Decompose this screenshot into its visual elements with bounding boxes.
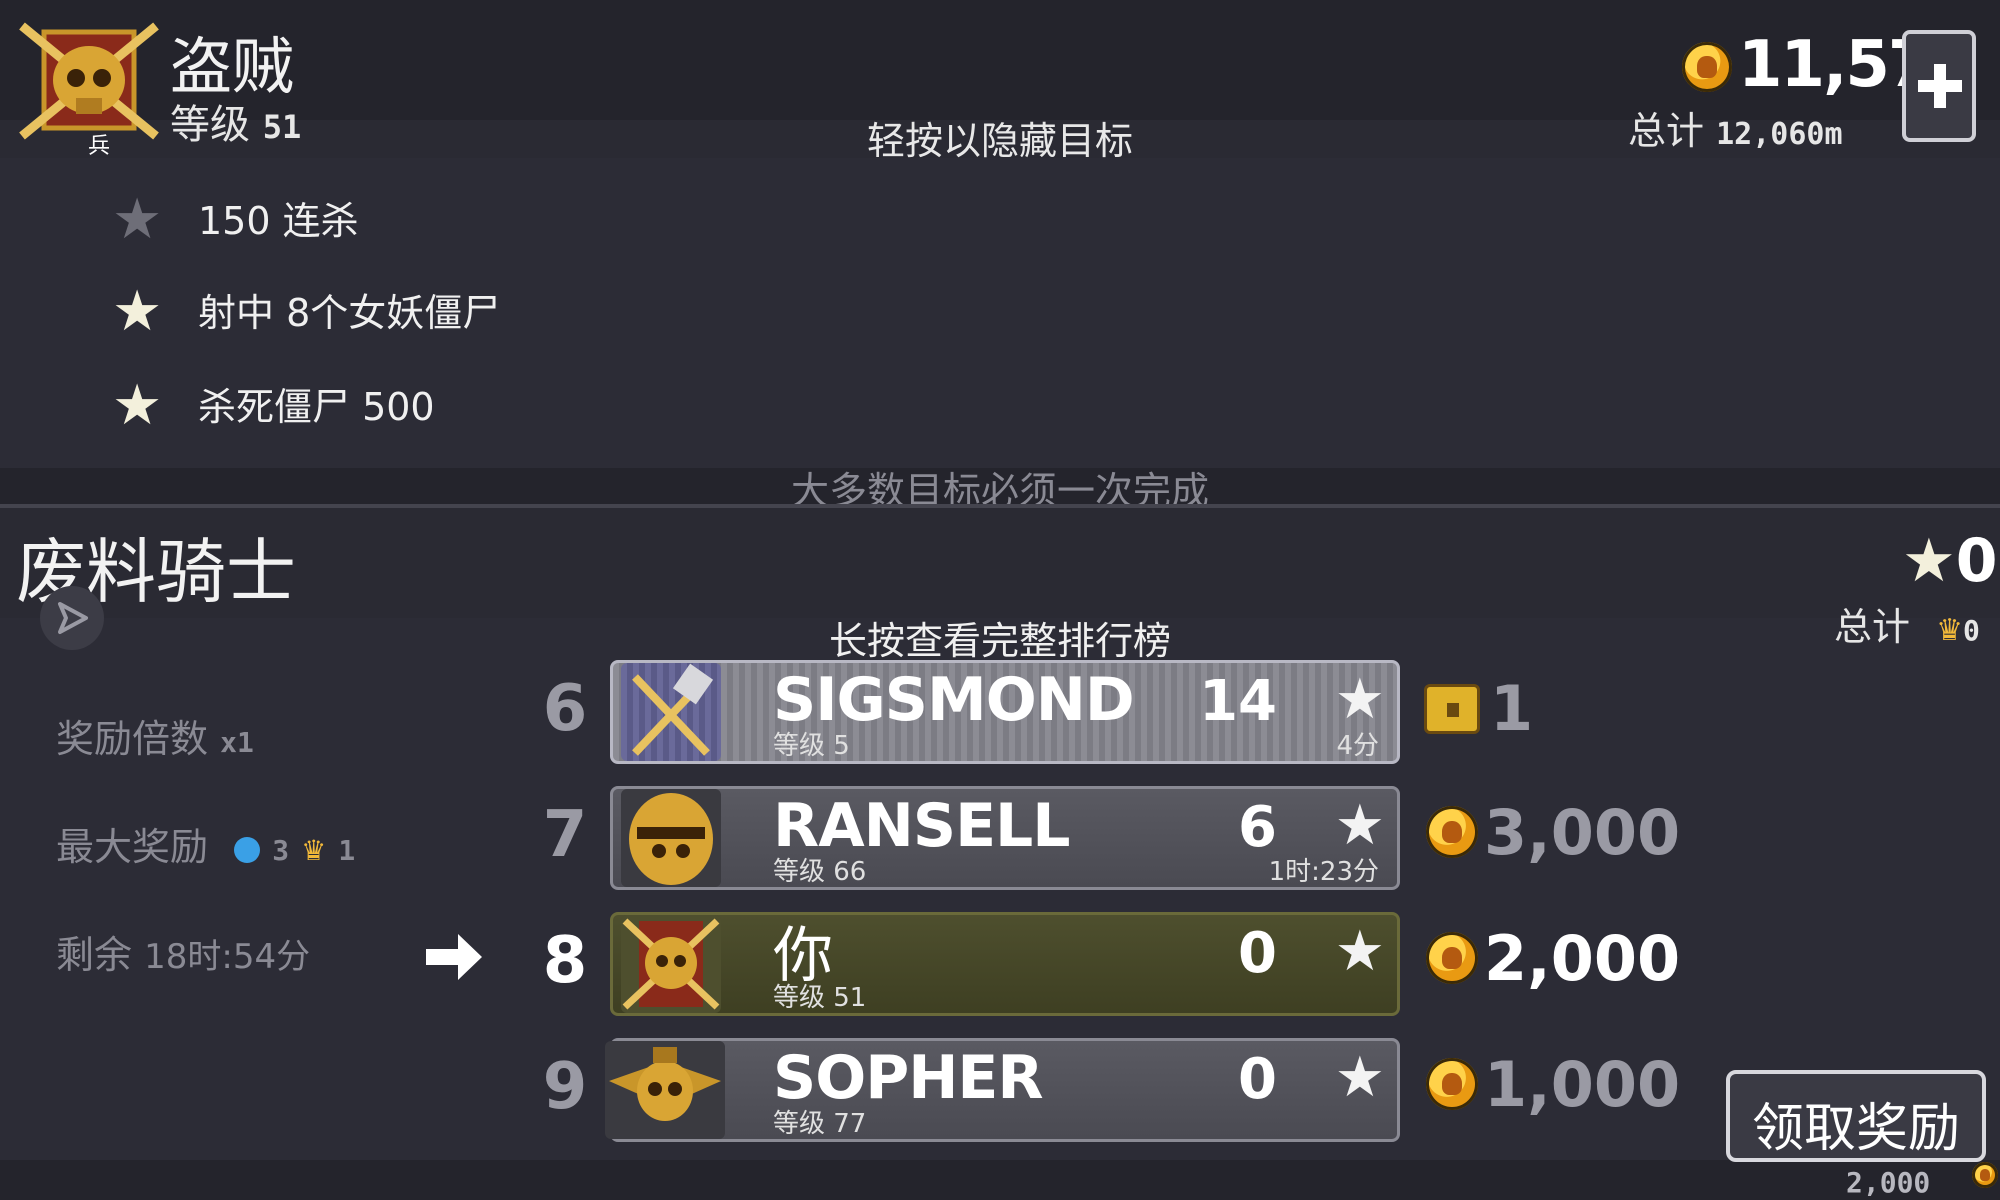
max-reward-gems: 3: [272, 834, 290, 867]
rank-number: 7: [542, 798, 588, 872]
coin-icon: [1972, 1162, 1998, 1188]
event-header-band: [0, 508, 2000, 618]
you-arrow-icon: [424, 930, 484, 984]
max-reward-crowns: 1: [338, 834, 356, 867]
multiplier-label: 奖励倍数: [56, 717, 209, 761]
claim-reward-label: 领取奖励: [1751, 1099, 1960, 1159]
total-distance: 总计 12,060m: [1628, 100, 1843, 155]
coin-icon: [1426, 1058, 1478, 1110]
star-icon: ★: [1334, 1045, 1385, 1110]
total-label: 总计: [1628, 109, 1705, 153]
player-time: 1时:23分: [1268, 857, 1379, 887]
goal-text: 杀死僵尸 500: [198, 385, 435, 429]
max-reward-info: 最大奖励 3 ♛ 1: [56, 816, 355, 871]
rank-number: 6: [542, 672, 588, 746]
avatar: [621, 915, 721, 1013]
player-stars: 0: [1238, 1047, 1277, 1112]
plus-icon: [1918, 64, 1962, 108]
leaderboard-row[interactable]: RANSELL 等级 66 6 ★ 1时:23分: [610, 786, 1400, 890]
star-icon: ★: [1334, 919, 1385, 984]
reward-amount: 2,000: [1484, 922, 1681, 995]
bottom-band: [0, 1160, 2000, 1200]
player-level: 等级 66: [773, 857, 867, 887]
gem-icon: [234, 836, 261, 863]
avatar: [605, 1041, 725, 1139]
event-star-icon: ★: [1902, 526, 1956, 596]
player-stars: 14: [1199, 669, 1277, 734]
leaderboard-hint[interactable]: 长按查看完整排行榜: [0, 610, 2000, 665]
reward-amount: 1: [1490, 672, 1534, 745]
rank-number: 8: [542, 924, 588, 998]
reward-amount: 1,000: [1484, 1048, 1681, 1121]
goal-text: 150 连杀: [198, 199, 359, 243]
goal-star-icon: ★: [112, 373, 163, 438]
winged-skull-icon: [609, 1047, 721, 1121]
coin-icon: [1426, 932, 1478, 984]
skull-icon: [622, 918, 720, 1010]
event-stars: ★0: [1902, 526, 1998, 596]
claim-amount: 2,000: [1846, 1166, 1931, 1199]
player-stars: 0: [1238, 921, 1277, 986]
leaderboard-row-you[interactable]: 你 等级 51 0 ★: [610, 912, 1400, 1016]
goal-star-icon: ★: [112, 279, 163, 344]
add-coins-button[interactable]: [1902, 30, 1976, 142]
claim-reward-button[interactable]: 领取奖励: [1726, 1070, 1986, 1162]
remaining-value: 18时:54分: [144, 937, 311, 977]
leaderboard-row[interactable]: SOPHER 等级 77 0 ★: [605, 1038, 1400, 1142]
coin-icon: [1426, 806, 1478, 858]
star-icon: ★: [1334, 793, 1385, 858]
multiplier-info: 奖励倍数 x1: [56, 708, 254, 763]
player-level: 等级 77: [773, 1109, 867, 1139]
remaining-label: 剩余: [56, 933, 133, 977]
knight-helmet-icon: [629, 793, 713, 885]
reward-amount: 3,000: [1484, 796, 1681, 869]
max-reward-label: 最大奖励: [56, 825, 209, 869]
cleaver-icon: [632, 663, 714, 756]
player-level: 等级 51: [773, 983, 867, 1013]
avatar: [621, 789, 721, 887]
crown-icon: ♛: [301, 834, 327, 867]
avatar: [621, 663, 721, 761]
rank-number: 9: [542, 1050, 588, 1124]
goal-star-icon: ★: [112, 187, 163, 252]
chest-icon: [1424, 684, 1480, 734]
remaining-info: 剩余 18时:54分: [56, 924, 310, 979]
star-icon: ★: [1334, 667, 1385, 732]
leaderboard-row[interactable]: SIGSMOND 等级 5 14 ★ 4分: [610, 660, 1400, 764]
player-level: 等级 5: [773, 731, 850, 761]
coin-icon: [1682, 42, 1732, 92]
total-distance-value: 12,060m: [1716, 117, 1843, 152]
event-stars-value: 0: [1955, 526, 1998, 596]
multiplier-value: x1: [220, 726, 254, 759]
goal-text: 射中 8个女妖僵尸: [198, 291, 501, 335]
player-time: 4分: [1336, 731, 1379, 761]
